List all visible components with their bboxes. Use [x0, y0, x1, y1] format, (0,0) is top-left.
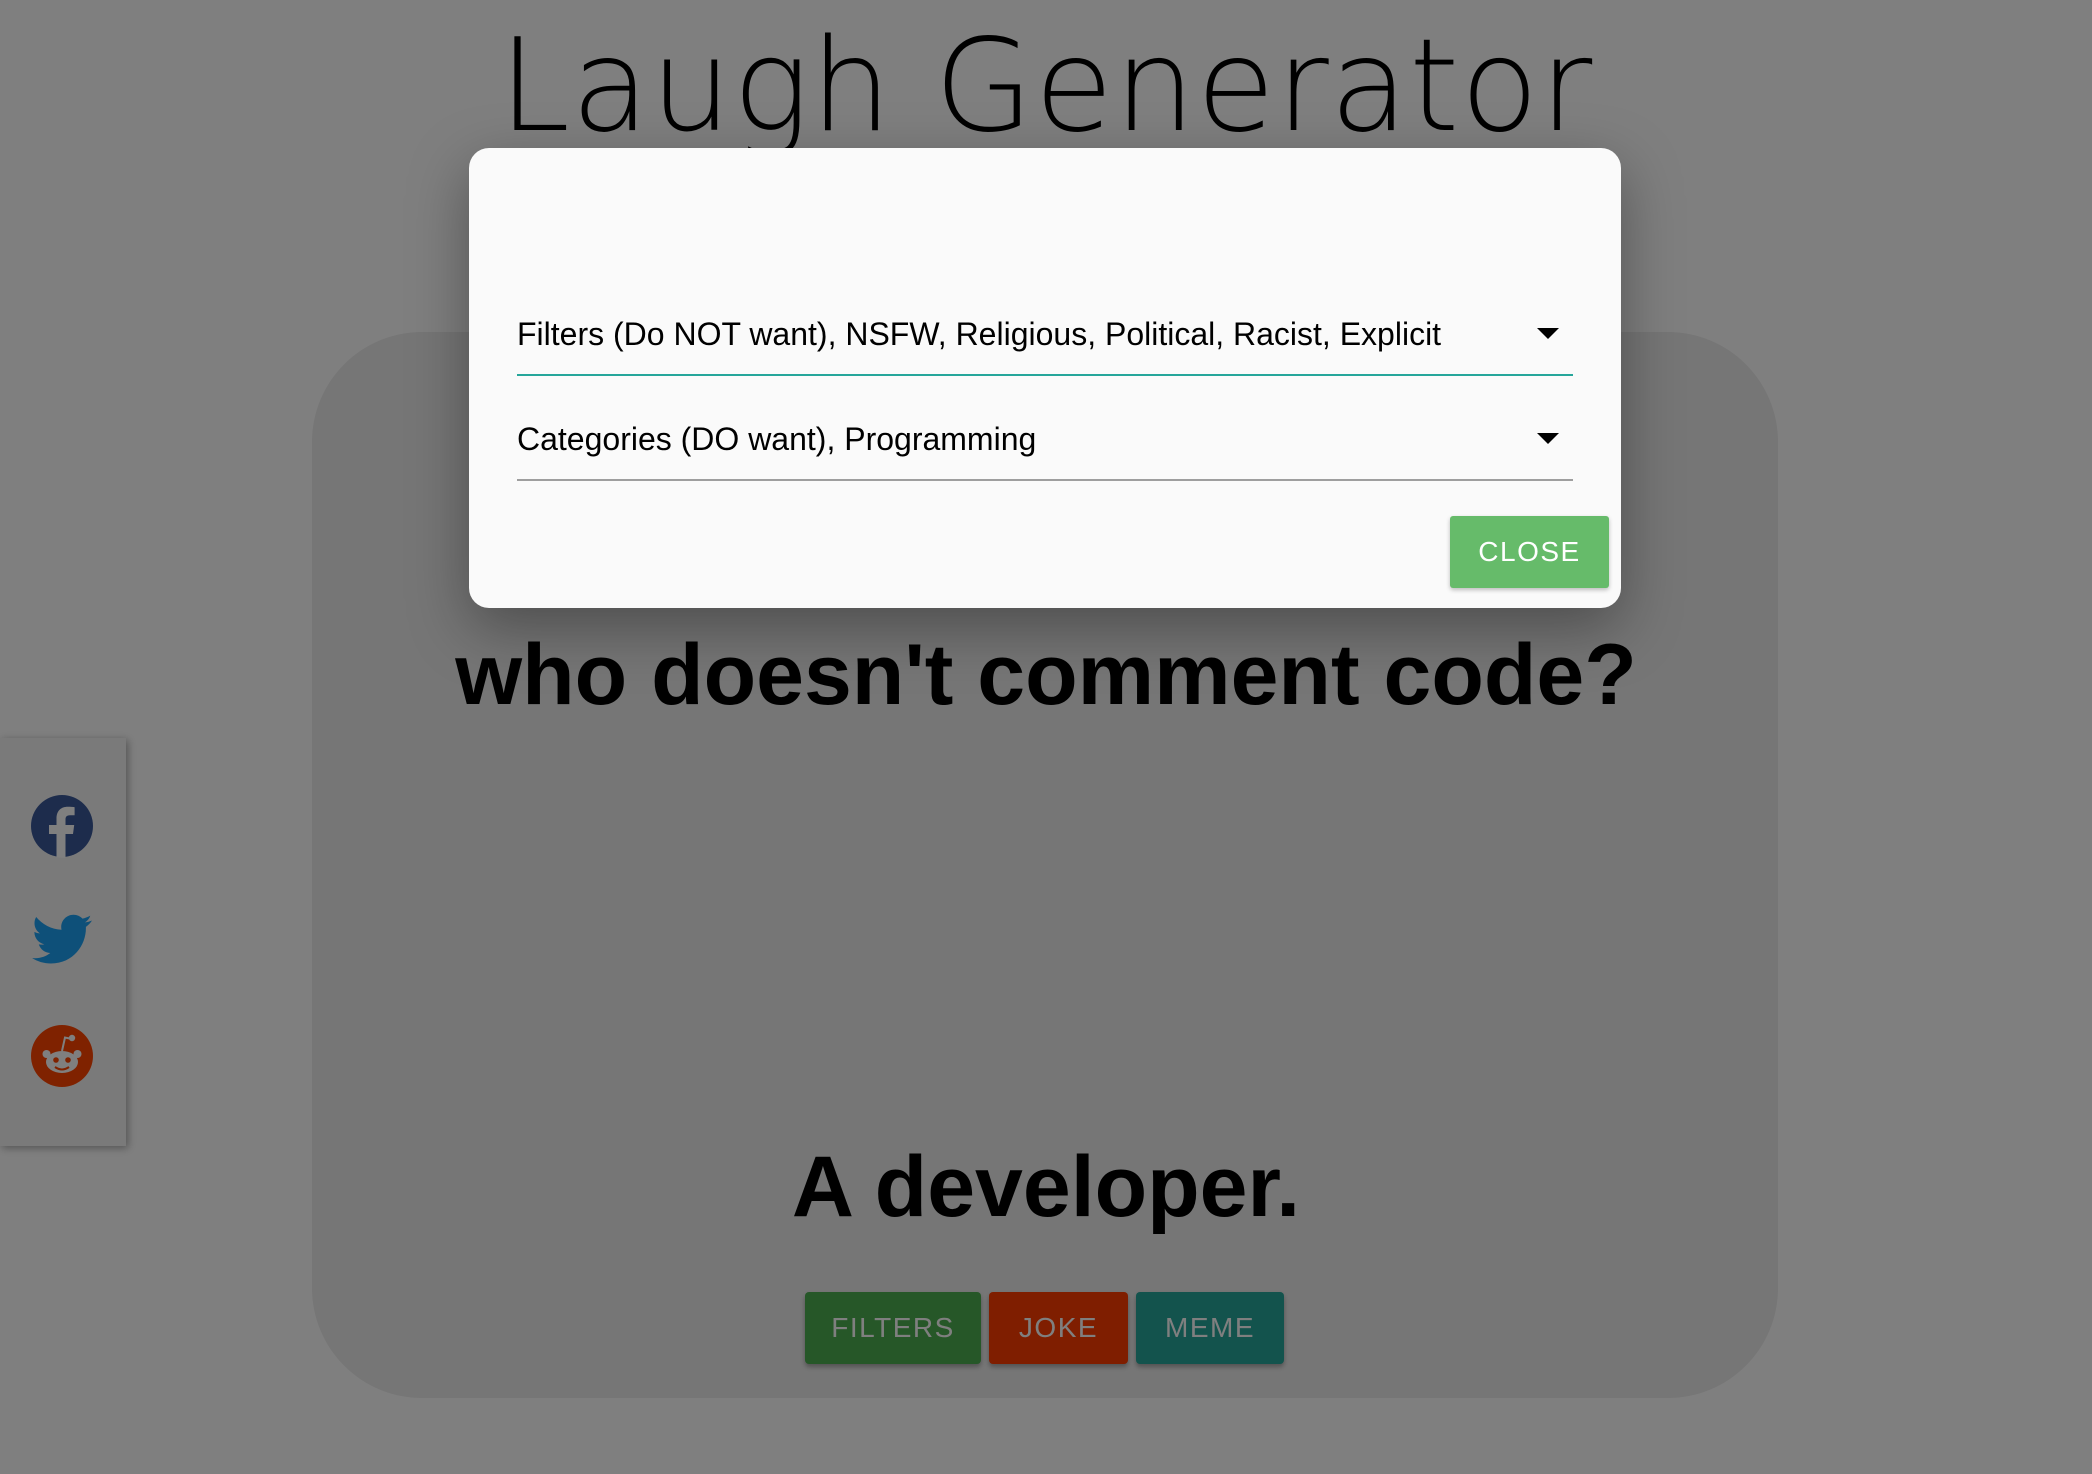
close-button[interactable]: CLOSE [1450, 516, 1609, 588]
filters-modal: Filters (Do NOT want), NSFW, Religious, … [469, 148, 1621, 608]
categories-select-value: Categories (DO want), Programming [517, 421, 1037, 457]
filters-select-value: Filters (Do NOT want), NSFW, Religious, … [517, 316, 1442, 352]
chevron-down-icon [1537, 328, 1559, 339]
categories-select[interactable]: Categories (DO want), Programming [517, 393, 1573, 481]
filters-select[interactable]: Filters (Do NOT want), NSFW, Religious, … [517, 288, 1573, 376]
chevron-down-icon [1537, 433, 1559, 444]
